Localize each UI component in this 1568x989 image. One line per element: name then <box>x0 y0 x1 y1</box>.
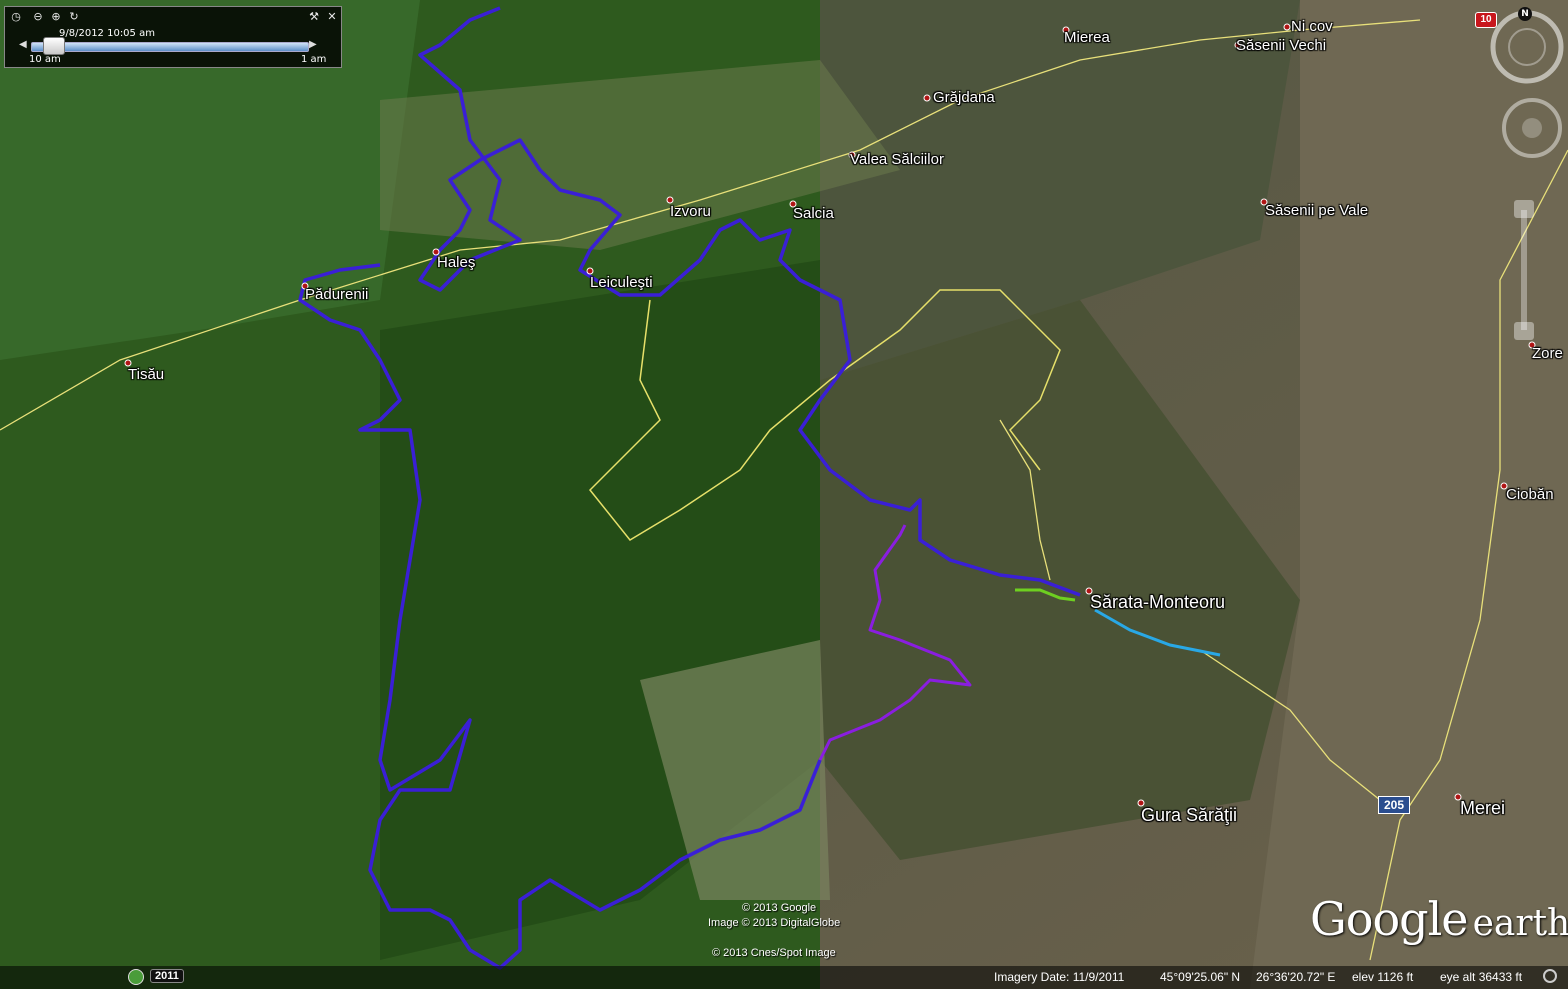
elevation: elev 1126 ft <box>1352 970 1414 984</box>
place-label[interactable]: Săsenii pe Vale <box>1265 202 1368 219</box>
longitude: 26°36'20.72" E <box>1256 970 1336 984</box>
google-earth-logo: Google earth <box>1310 892 1568 946</box>
north-indicator[interactable]: N <box>1518 7 1532 21</box>
place-label[interactable]: Pădurenii <box>305 286 368 303</box>
historical-imagery-icon[interactable] <box>128 969 144 985</box>
time-slider-panel: ◷ ⊖ ⊕ ↻ ⚒ ✕ 9/8/2012 10:05 am ◀ ▶ 10 am … <box>4 6 342 68</box>
place-label[interactable]: Izvoru <box>670 203 711 220</box>
place-label[interactable]: Ni cov <box>1291 18 1333 35</box>
copyright-cnes: © 2013 Cnes/Spot Image <box>712 947 836 959</box>
place-label[interactable]: Grăjdana <box>933 89 995 106</box>
place-label[interactable]: Ciobăn <box>1506 486 1554 503</box>
logo-earth-text: earth <box>1472 903 1568 944</box>
imagery-year-badge[interactable]: 2011 <box>150 969 184 983</box>
latitude: 45°09'25.06" N <box>1160 970 1241 984</box>
satellite-map[interactable] <box>0 0 1568 989</box>
refresh-icon[interactable]: ↻ <box>67 10 81 24</box>
road-shield-205: 205 <box>1378 796 1410 814</box>
close-icon[interactable]: ✕ <box>325 10 339 24</box>
copyright-digitalglobe: Image © 2013 DigitalGlobe <box>708 917 841 929</box>
zoom-out-icon[interactable]: ⊖ <box>31 10 45 24</box>
place-label[interactable]: Merei <box>1460 798 1505 819</box>
eye-altitude: eye alt 36433 ft <box>1440 970 1523 984</box>
zoom-slider[interactable] <box>1512 200 1536 340</box>
imagery-date: Imagery Date: 11/9/2011 <box>994 970 1125 984</box>
place-label[interactable]: Zore <box>1532 345 1563 362</box>
copyright-google: © 2013 Google <box>742 902 817 914</box>
place-label[interactable]: Mierea <box>1064 29 1110 46</box>
road-shield-10: 10 <box>1475 12 1497 28</box>
step-back-icon[interactable]: ◀ <box>19 39 27 50</box>
wrench-icon[interactable]: ⚒ <box>307 10 321 24</box>
place-label[interactable]: Gura Sărăţii <box>1141 805 1237 826</box>
time-range-start: 10 am <box>29 54 61 65</box>
place-label[interactable]: Săsenii Vechi <box>1236 37 1326 54</box>
time-slider-thumb[interactable] <box>43 37 65 55</box>
time-range-end: 1 am <box>301 54 327 65</box>
place-label[interactable]: Tisău <box>128 366 164 383</box>
step-forward-icon[interactable]: ▶ <box>309 39 317 50</box>
clock-icon[interactable]: ◷ <box>9 10 23 24</box>
place-label[interactable]: Salcia <box>793 205 834 222</box>
zoom-in-icon[interactable]: ⊕ <box>49 10 63 24</box>
streaming-icon <box>1543 969 1557 983</box>
place-label[interactable]: Haleş <box>437 254 475 271</box>
time-slider-track[interactable] <box>31 42 309 52</box>
place-label[interactable]: Sărata-Monteoru <box>1090 592 1225 613</box>
status-bar: 2011 Imagery Date: 11/9/2011 45°09'25.06… <box>0 966 1568 989</box>
logo-google-text: Google <box>1310 892 1469 946</box>
time-slider-date: 9/8/2012 10:05 am <box>59 28 155 39</box>
place-label[interactable]: Valea Sălciilor <box>850 151 944 168</box>
look-control[interactable] <box>1500 96 1564 160</box>
place-label[interactable]: Leiculeşti <box>590 274 653 291</box>
